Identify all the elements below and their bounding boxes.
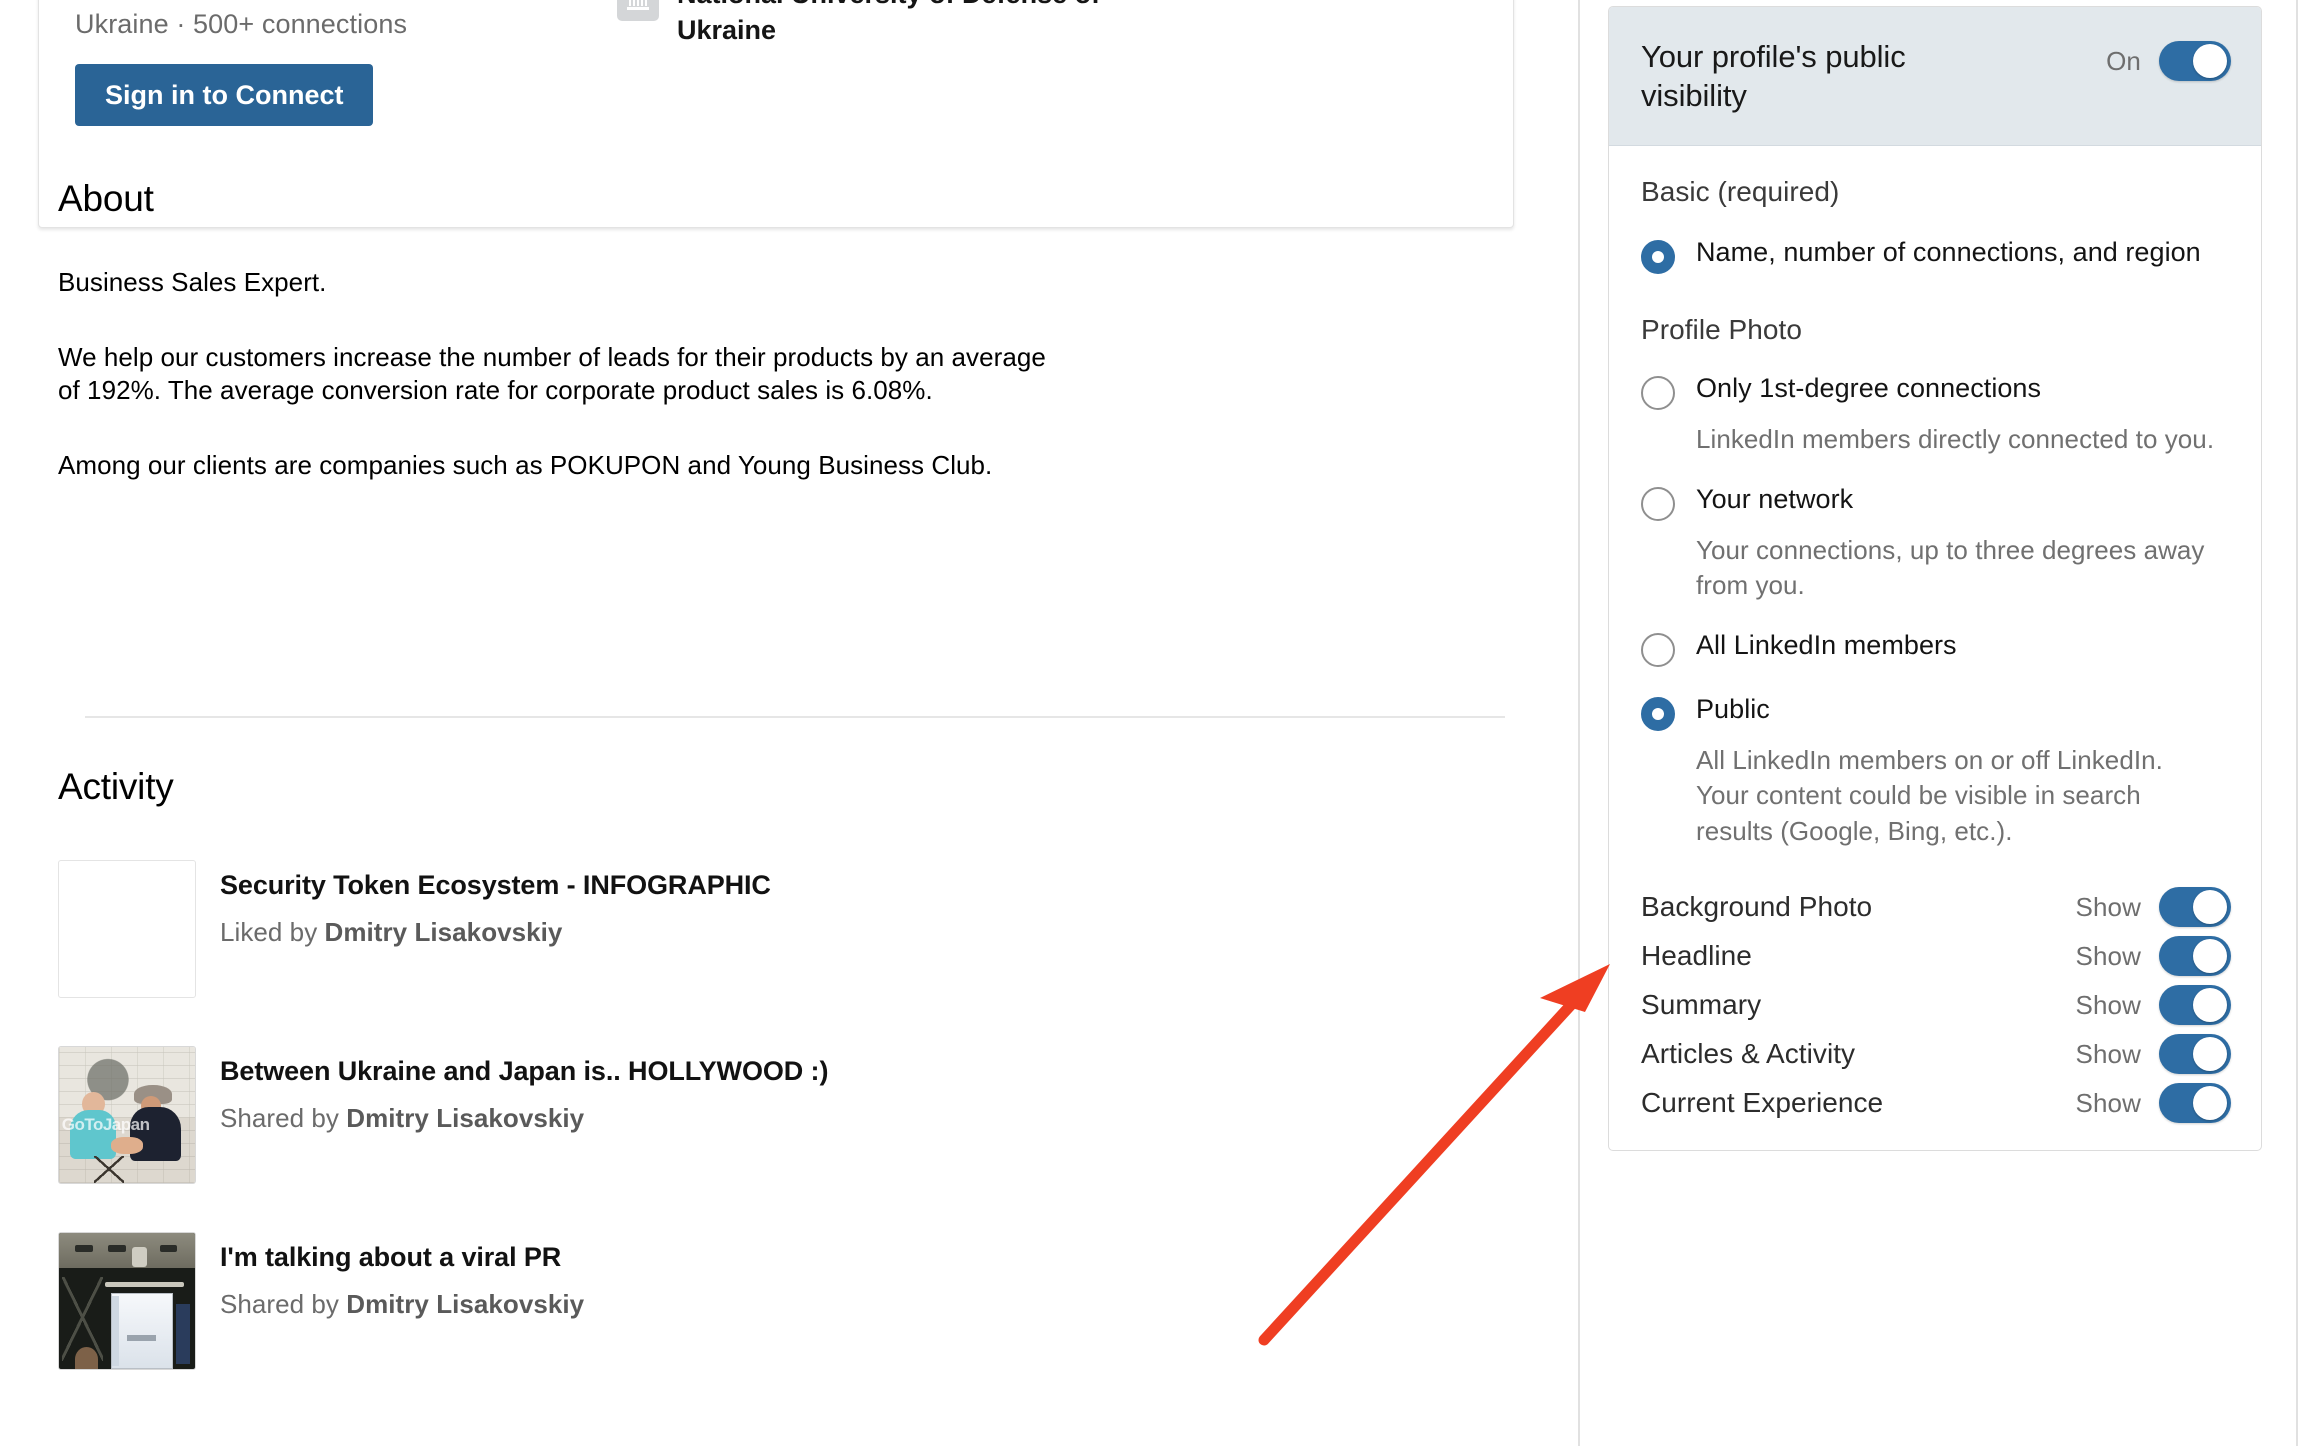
radio-label: All LinkedIn members — [1696, 630, 1957, 661]
column-divider-left — [1578, 0, 1580, 1446]
about-section: About Business Sales Expert. We help our… — [58, 178, 1058, 482]
summary-toggle[interactable] — [2159, 985, 2231, 1026]
toggle-row-background-photo: Background Photo Show — [1641, 883, 2231, 932]
activity-section: Activity Security Token Ecosystem - INFO… — [58, 766, 1518, 1418]
radio-button[interactable] — [1641, 240, 1675, 275]
headline-toggle[interactable] — [2159, 936, 2231, 977]
list-item[interactable]: GoToJapan Between Ukraine and Japan is..… — [58, 1046, 1518, 1184]
background-photo-toggle[interactable] — [2159, 887, 2231, 928]
toggle-state: Show — [2075, 989, 2141, 1020]
toggle-knob — [2193, 44, 2227, 78]
list-item[interactable]: I'm talking about a viral PR Shared by D… — [58, 1232, 1518, 1370]
list-item[interactable]: Security Token Ecosystem - INFOGRAPHIC L… — [58, 860, 1518, 998]
column-divider-right — [2296, 0, 2298, 1446]
radio-label: Your network — [1696, 484, 1854, 515]
toggle-label: Articles & Activity — [1641, 1038, 1856, 1070]
activity-heading: Activity — [58, 766, 174, 807]
activity-subtitle: Shared by Dmitry Lisakovskiy — [220, 1289, 584, 1320]
activity-author[interactable]: Dmitry Lisakovskiy — [346, 1103, 584, 1133]
radio-description: All LinkedIn members on or off LinkedIn.… — [1696, 745, 2163, 846]
bank-icon — [617, 0, 659, 21]
radio-button[interactable] — [1641, 697, 1675, 732]
about-paragraph-3: Among our clients are companies such as … — [58, 450, 993, 481]
radio-label: Name, number of connections, and region — [1696, 237, 2201, 268]
activity-thumbnail — [58, 860, 196, 998]
toggle-row-articles-activity: Articles & Activity Show — [1641, 1030, 2231, 1079]
radio-label: Public — [1696, 694, 1770, 725]
panel-body: Basic (required) Name, number of connect… — [1609, 146, 2261, 1150]
radio-option-all-members[interactable]: All LinkedIn members — [1641, 629, 2231, 668]
about-heading: About — [58, 178, 154, 219]
activity-title[interactable]: I'm talking about a viral PR — [220, 1241, 584, 1275]
activity-title[interactable]: Between Ukraine and Japan is.. HOLLYWOOD… — [220, 1055, 828, 1089]
toggle-state: Show — [2075, 1038, 2141, 1069]
activity-title[interactable]: Security Token Ecosystem - INFOGRAPHIC — [220, 869, 771, 903]
group-label-basic: Basic (required) — [1641, 176, 1840, 208]
radio-option-first-degree[interactable]: Only 1st-degree connections LinkedIn mem… — [1641, 372, 2231, 457]
profile-location-connections: Ukraine · 500+ connections — [75, 9, 408, 39]
activity-action: Shared by — [220, 1288, 339, 1319]
public-visibility-panel: Your profile's public visibility On Basi… — [1608, 6, 2262, 1151]
radio-button[interactable] — [1641, 376, 1675, 411]
public-visibility-toggle[interactable] — [2159, 41, 2231, 81]
activity-list: Security Token Ecosystem - INFOGRAPHIC L… — [58, 860, 1518, 1370]
toggle-state: Show — [2075, 940, 2141, 971]
radio-button[interactable] — [1641, 633, 1675, 668]
toggle-row-summary: Summary Show — [1641, 981, 2231, 1030]
visibility-state-label: On — [2106, 45, 2141, 76]
radio-button[interactable] — [1641, 487, 1675, 522]
toggle-label: Current Experience — [1641, 1087, 1884, 1119]
sign-in-to-connect-button[interactable]: Sign in to Connect — [75, 64, 374, 126]
about-paragraph-1: Business Sales Expert. — [58, 267, 327, 297]
screenshot-root: Ukraine · 500+ connections Sign in to Co… — [0, 0, 2322, 1446]
toggle-knob — [2193, 1037, 2227, 1072]
education-school-name: National University of Defense of Ukrain… — [677, 0, 1100, 45]
toggle-state: Show — [2075, 891, 2141, 922]
section-divider — [85, 716, 1505, 718]
group-label-profile-photo: Profile Photo — [1641, 314, 1802, 346]
toggle-knob — [2193, 939, 2227, 974]
toggle-row-current-experience: Current Experience Show — [1641, 1079, 2231, 1128]
toggle-knob — [2193, 1086, 2227, 1121]
activity-thumbnail: GoToJapan — [58, 1046, 196, 1184]
education-row[interactable]: National University of Defense of Ukrain… — [617, 0, 1497, 48]
radio-description: Your connections, up to three degrees aw… — [1696, 535, 2205, 601]
articles-activity-toggle[interactable] — [2159, 1034, 2231, 1075]
radio-description: LinkedIn members directly connected to y… — [1696, 424, 2215, 455]
radio-option-basic[interactable]: Name, number of connections, and region — [1641, 236, 2231, 275]
activity-author[interactable]: Dmitry Lisakovskiy — [346, 1289, 584, 1319]
toggle-row-headline: Headline Show — [1641, 932, 2231, 981]
activity-action: Shared by — [220, 1102, 339, 1133]
activity-subtitle: Liked by Dmitry Lisakovskiy — [220, 917, 771, 948]
radio-option-your-network[interactable]: Your network Your connections, up to thr… — [1641, 483, 2231, 603]
toggle-state: Show — [2075, 1087, 2141, 1118]
activity-author[interactable]: Dmitry Lisakovskiy — [325, 917, 563, 947]
panel-header: Your profile's public visibility On — [1609, 7, 2261, 147]
panel-title: Your profile's public visibility — [1641, 39, 1906, 114]
activity-action: Liked by — [220, 916, 318, 947]
activity-thumbnail — [58, 1232, 196, 1370]
toggle-knob — [2193, 988, 2227, 1023]
activity-subtitle: Shared by Dmitry Lisakovskiy — [220, 1103, 828, 1134]
toggle-label: Headline — [1641, 940, 1752, 972]
visibility-toggle-list: Background Photo Show Headline Show Summ… — [1641, 883, 2231, 1128]
current-experience-toggle[interactable] — [2159, 1083, 2231, 1124]
profile-page-column: Ukraine · 500+ connections Sign in to Co… — [0, 0, 1578, 1446]
toggle-label: Background Photo — [1641, 891, 1873, 923]
about-paragraph-2: We help our customers increase the numbe… — [58, 342, 1046, 406]
radio-label: Only 1st-degree connections — [1696, 373, 2042, 404]
toggle-label: Summary — [1641, 989, 1762, 1021]
radio-option-public[interactable]: Public All LinkedIn members on or off Li… — [1641, 693, 2231, 848]
toggle-knob — [2193, 890, 2227, 925]
